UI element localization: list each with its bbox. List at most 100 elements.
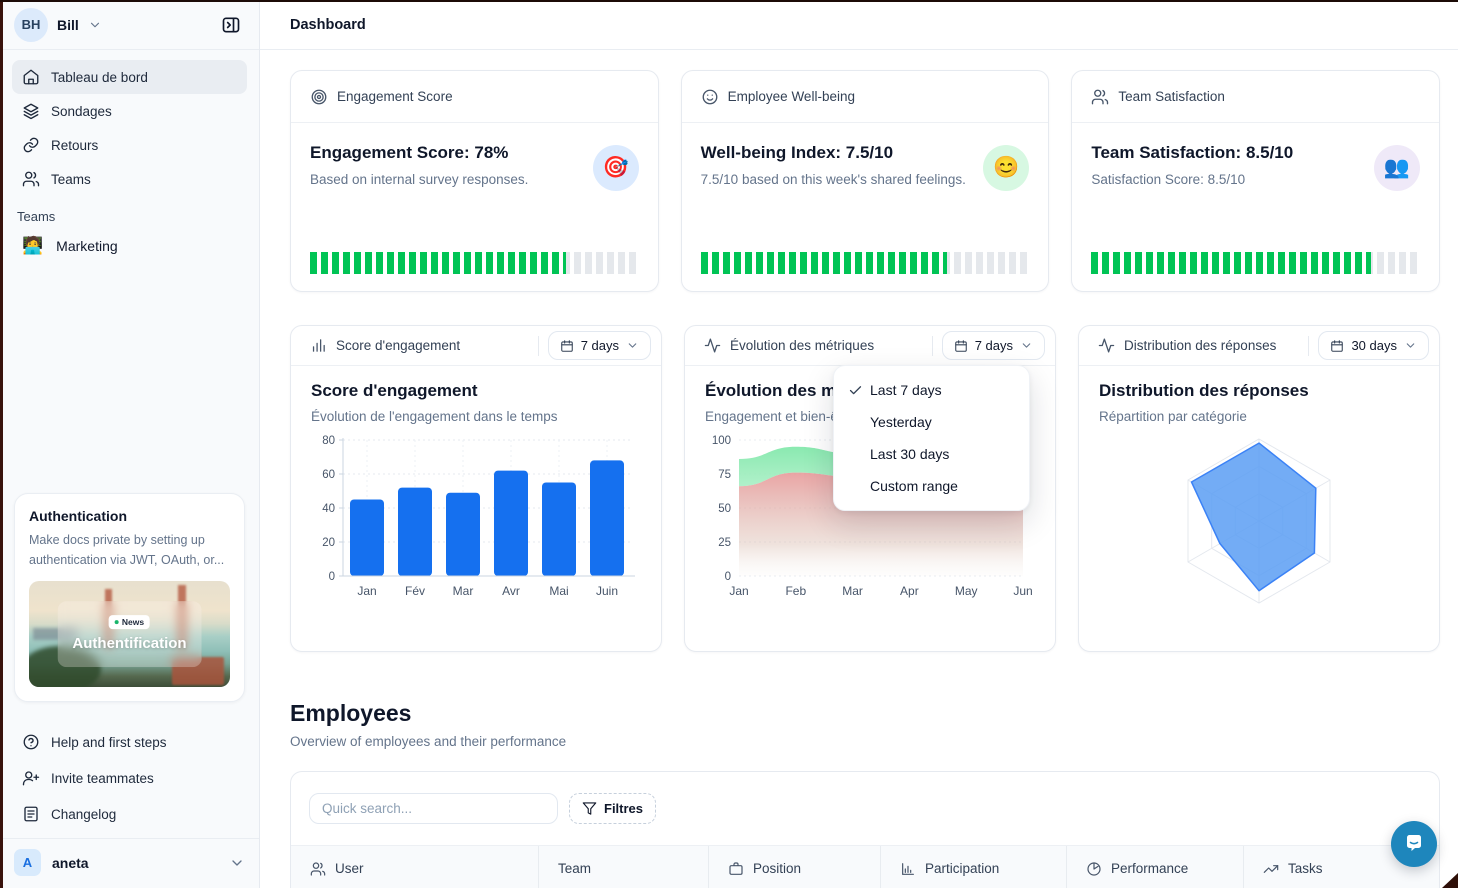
user-plus-icon [22,769,40,787]
bar-chart: 020406080JanFévMarAvrMaiJuin [311,432,641,609]
menu-item-yesterday[interactable]: Yesterday [834,406,1029,438]
chart-card-header-label: Score d'engagement [336,338,460,353]
home-icon [22,68,40,86]
sidebar: BH Bill Tableau de bord Sondages [0,0,260,888]
filters-button[interactable]: Filtres [569,793,656,824]
radar-chart [1099,426,1419,616]
bar-chart-icon [900,861,916,877]
sidebar-item-marketing[interactable]: 🧑‍💻 Marketing [12,228,247,264]
chevron-down-icon [1404,339,1417,352]
user-menu[interactable]: BH Bill [0,0,259,50]
sidebar-item-retours[interactable]: Retours [12,128,247,162]
date-range-label: 7 days [975,338,1013,353]
sidebar-item-invite[interactable]: Invite teammates [12,760,247,796]
bar-chart-icon [310,337,327,354]
promo-image: News Authentification [29,581,230,687]
date-range-button[interactable]: 7 days [548,331,651,360]
sidebar-item-label: Tableau de bord [51,70,148,85]
chart-title: Score d'engagement [311,381,641,401]
link-icon [22,136,40,154]
screenshot-top-edge [0,0,1458,2]
stat-card-header-label: Team Satisfaction [1118,89,1225,104]
stat-title: Engagement Score: 78% [310,143,639,163]
calendar-icon [1330,339,1344,353]
column-header-user[interactable]: User [291,846,539,888]
sidebar-collapse-button[interactable] [217,11,245,39]
svg-text:Mar: Mar [453,584,474,598]
users-icon [1091,88,1109,106]
svg-text:60: 60 [322,469,335,481]
svg-text:Apr: Apr [900,584,919,598]
employees-title: Employees [290,700,1440,727]
user-name: Bill [57,17,79,33]
wellbeing-progress-bar [701,252,1030,274]
svg-text:Jun: Jun [1013,584,1032,598]
employees-section: Employees Overview of employees and thei… [290,700,1440,888]
sidebar-item-tableau-de-bord[interactable]: Tableau de bord [12,60,247,94]
dart-emoji-icon: 🎯 [593,145,639,191]
sidebar-item-label: Help and first steps [51,735,167,750]
svg-text:Fév: Fév [405,584,425,598]
column-header-performance[interactable]: Performance [1067,846,1244,888]
column-header-participation[interactable]: Participation [881,846,1067,888]
svg-text:20: 20 [322,537,335,549]
sidebar-item-help[interactable]: Help and first steps [12,724,247,760]
sidebar-item-label: Invite teammates [51,771,154,786]
svg-text:May: May [955,584,978,598]
sidebar-item-label: Teams [51,172,91,187]
svg-text:75: 75 [718,469,731,481]
employees-subtitle: Overview of employees and their performa… [290,734,1440,749]
engagement-progress-bar [310,252,639,274]
chart-subtitle: Évolution de l'engagement dans le temps [311,409,641,424]
column-header-position[interactable]: Position [709,846,881,888]
svg-text:Feb: Feb [785,584,806,598]
stat-subtitle: Based on internal survey responses. [310,172,639,187]
satisfaction-progress-bar [1091,252,1420,274]
svg-text:Avr: Avr [502,584,520,598]
authentication-promo-card[interactable]: Authentication Make docs private by sett… [14,493,245,702]
svg-text:Mai: Mai [549,584,568,598]
chevron-down-icon [88,18,102,32]
search-input[interactable] [309,793,558,824]
menu-item-last-7-days[interactable]: Last 7 days [834,374,1029,406]
sidebar-footer: Help and first steps Invite teammates Ch… [0,720,259,888]
users-icon [310,861,326,877]
menu-item-custom-range[interactable]: Custom range [834,470,1029,502]
chevron-down-icon [626,339,639,352]
help-circle-icon [22,733,40,751]
check-icon [848,383,870,398]
sidebar-item-changelog[interactable]: Changelog [12,796,247,832]
funnel-icon [582,801,597,816]
svg-text:50: 50 [718,503,731,515]
teams-section-label: Teams [17,209,259,224]
svg-text:Mar: Mar [842,584,863,598]
page-title: Dashboard [290,17,366,33]
target-icon [310,88,328,106]
workspace-switcher[interactable]: A aneta [0,838,259,878]
menu-item-last-30-days[interactable]: Last 30 days [834,438,1029,470]
calendar-icon [954,339,968,353]
date-range-button[interactable]: 7 days [942,331,1045,360]
activity-icon [704,337,721,354]
svg-text:80: 80 [322,435,335,447]
sidebar-item-sondages[interactable]: Sondages [12,94,247,128]
promo-description: Make docs private by setting up authenti… [29,531,230,570]
date-range-button[interactable]: 30 days [1318,331,1429,360]
promo-image-overlay: News Authentification [57,601,202,667]
column-header-team[interactable]: Team [539,846,709,888]
sidebar-item-teams[interactable]: Teams [12,162,247,196]
promo-title: Authentication [29,508,230,524]
sidebar-item-label: Retours [51,138,98,153]
app-root: BH Bill Tableau de bord Sondages [0,0,1458,888]
svg-text:Juin: Juin [596,584,618,598]
svg-text:100: 100 [712,435,731,447]
stat-cards-row: Engagement Score Engagement Score: 78% B… [290,70,1440,292]
promo-image-caption: Authentification [72,636,186,653]
sidebar-nav: Tableau de bord Sondages Retours Teams [0,50,259,196]
svg-text:Jan: Jan [357,584,376,598]
stat-card-header-label: Employee Well-being [728,89,855,104]
changelog-icon [22,805,40,823]
engagement-chart-card: Score d'engagement 7 days [290,325,662,652]
chat-launcher-button[interactable] [1391,821,1437,867]
chevron-down-icon [229,855,245,871]
